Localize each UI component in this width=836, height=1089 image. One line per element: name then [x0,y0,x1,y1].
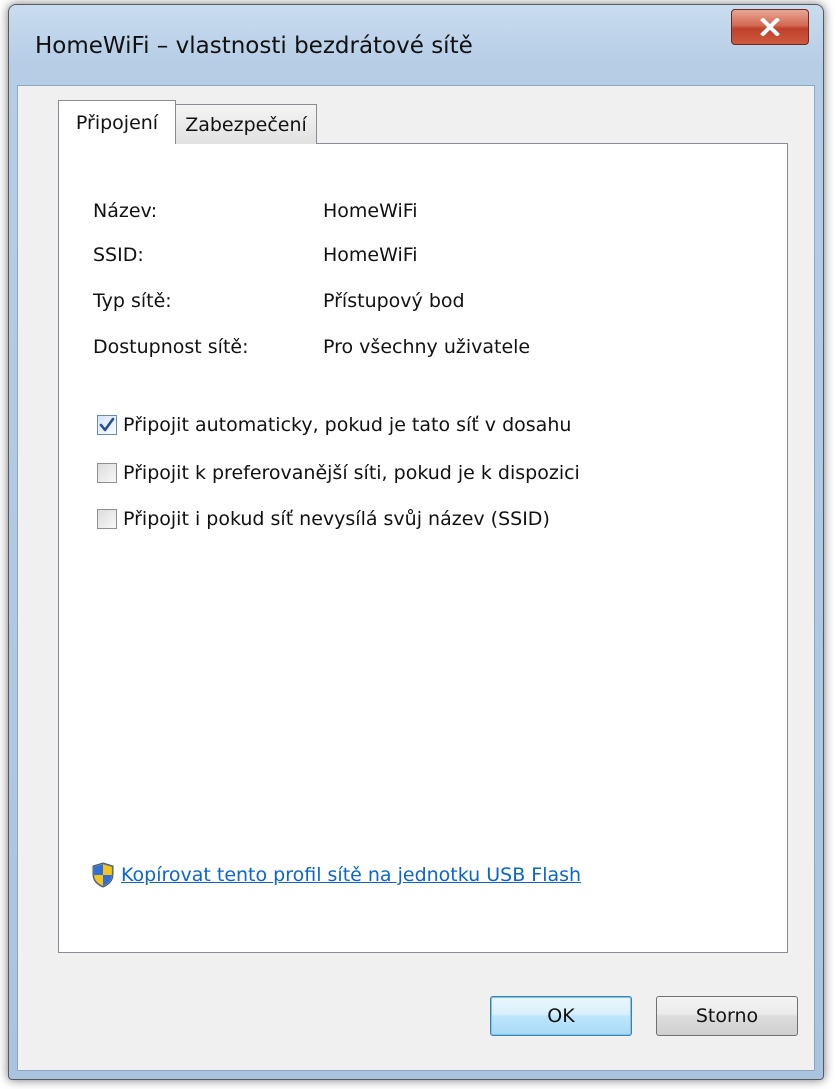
info-label-nazev: Název: [93,200,158,222]
ok-button[interactable]: OK [490,996,632,1036]
info-value-ssid: HomeWiFi [323,244,418,266]
checkbox-unchecked[interactable] [97,509,117,529]
info-value-typ-site: Přístupový bod [323,290,465,312]
option-label: Připojit k preferovanější síti, pokud je… [123,462,580,484]
usb-copy-link[interactable]: Kopírovat tento profil sítě na jednotku … [121,864,581,886]
title-bar[interactable]: HomeWiFi – vlastnosti bezdrátové sítě [9,5,823,85]
dialog-window: HomeWiFi – vlastnosti bezdrátové sítě Př… [8,4,824,1080]
close-icon [760,18,780,36]
uac-shield-icon [92,862,114,888]
checkbox-checked[interactable] [97,415,117,435]
info-value-dostupnost: Pro všechny uživatele [323,336,531,358]
check-mark-icon [99,417,115,432]
tab-label: Zabezpečení [185,113,307,136]
info-label-ssid: SSID: [93,244,144,266]
option-label: Připojit automaticky, pokud je tato síť … [123,414,572,436]
info-label-typ-site: Typ sítě: [93,290,172,312]
option-connect-automatically[interactable]: Připojit automaticky, pokud je tato síť … [97,414,571,436]
cancel-button[interactable]: Storno [656,996,798,1036]
dialog-client-area: Připojení Zabezpečení Název: HomeWiFi SS… [17,85,815,1071]
info-label-dostupnost: Dostupnost sítě: [93,336,249,358]
tab-label: Připojení [75,111,159,134]
ok-button-label: OK [547,1005,575,1027]
cancel-button-label: Storno [695,1005,759,1027]
checkbox-unchecked[interactable] [97,463,117,483]
option-connect-hidden-ssid[interactable]: Připojit i pokud síť nevysílá svůj název… [97,508,550,530]
tab-pripojeni[interactable]: Připojení [58,100,176,144]
window-title: HomeWiFi – vlastnosti bezdrátové sítě [35,33,473,59]
tab-panel-pripojeni: Název: HomeWiFi SSID: HomeWiFi Typ sítě:… [58,143,788,953]
option-connect-preferred[interactable]: Připojit k preferovanější síti, pokud je… [97,462,580,484]
info-value-nazev: HomeWiFi [323,200,418,222]
close-button[interactable] [731,9,809,45]
tab-zabezpeceni[interactable]: Zabezpečení [175,104,317,144]
usb-copy-link-row[interactable]: Kopírovat tento profil sítě na jednotku … [91,862,581,888]
option-label: Připojit i pokud síť nevysílá svůj název… [123,508,550,530]
